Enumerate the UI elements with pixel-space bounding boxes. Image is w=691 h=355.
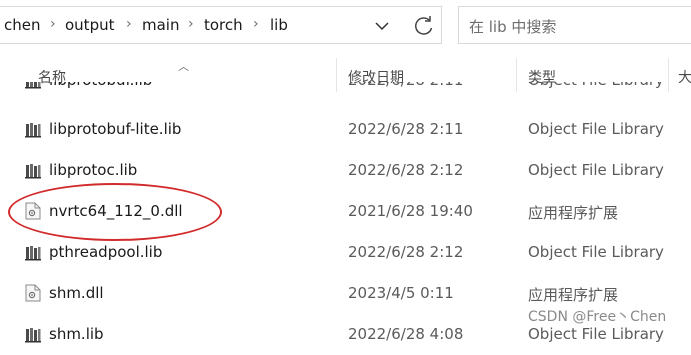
library-file-icon <box>25 243 41 261</box>
library-file-icon <box>25 325 41 343</box>
breadcrumb-separator-icon: › <box>126 16 132 32</box>
breadcrumb-item-output[interactable]: output <box>65 16 114 34</box>
file-name[interactable]: shm.dll <box>49 284 104 302</box>
file-type: Object File Library <box>528 325 664 343</box>
dll-file-icon <box>25 202 41 220</box>
dll-file-icon <box>25 284 41 302</box>
file-type: Object File Library <box>528 120 664 138</box>
file-name[interactable]: libprotoc.lib <box>49 161 137 179</box>
search-placeholder[interactable]: 在 lib 中搜索 <box>469 16 556 37</box>
breadcrumb-item-lib[interactable]: lib <box>270 16 288 34</box>
file-type: Object File Library <box>528 161 664 179</box>
library-file-icon <box>25 120 41 138</box>
breadcrumb-separator-icon: › <box>188 16 194 32</box>
file-type: 应用程序扩展 <box>528 204 619 222</box>
refresh-icon <box>415 16 433 35</box>
file-name[interactable]: libprotobuf-lite.lib <box>49 120 181 138</box>
file-modified-date: 2021/6/28 19:40 <box>348 202 473 220</box>
file-row[interactable]: libprotobuf-lite.lib 2022/6/28 2:11 Object… <box>0 109 691 150</box>
address-bar[interactable]: chen › output › main › torch › lib <box>0 6 442 44</box>
file-modified-date: 2022/6/28 2:12 <box>348 161 464 179</box>
breadcrumb-item-chen[interactable]: chen <box>4 16 41 34</box>
file-name[interactable]: nvrtc64_112_0.dll <box>49 202 183 220</box>
file-type: Object File Library <box>528 243 664 261</box>
breadcrumb-separator-icon: › <box>50 16 56 32</box>
search-box[interactable]: 在 lib 中搜索 <box>458 6 691 44</box>
watermark: CSDN @Free丶Chen <box>528 309 667 325</box>
file-modified-date: 2022/6/28 2:12 <box>348 243 464 261</box>
file-name[interactable]: pthreadpool.lib <box>49 243 162 261</box>
file-type: 应用程序扩展 <box>528 286 619 304</box>
file-modified-date: 2022/6/28 4:08 <box>348 325 464 343</box>
refresh-button[interactable] <box>410 12 438 40</box>
file-row[interactable]: libprotoc.lib 2022/6/28 2:12 Object File L… <box>0 150 691 191</box>
sort-ascending-icon: ︿ <box>178 60 189 73</box>
library-file-icon <box>25 161 41 179</box>
breadcrumb-item-main[interactable]: main <box>142 16 179 34</box>
chevron-down-icon <box>375 22 389 31</box>
file-modified-date: 2023/4/5 0:11 <box>348 284 454 302</box>
file-modified-date: 2022/6/28 2:11 <box>348 120 464 138</box>
breadcrumb-item-torch[interactable]: torch <box>204 16 243 34</box>
address-history-dropdown[interactable] <box>368 13 396 39</box>
breadcrumb-separator-icon: › <box>253 16 259 32</box>
file-name[interactable]: shm.lib <box>49 325 104 343</box>
file-row[interactable]: nvrtc64_112_0.dll 2021/6/28 19:40 应用程序扩展 <box>0 191 691 232</box>
file-row[interactable]: pthreadpool.lib 2022/6/28 2:12 Object File… <box>0 232 691 273</box>
toolbar: chen › output › main › torch › lib 在 lib… <box>0 0 691 50</box>
